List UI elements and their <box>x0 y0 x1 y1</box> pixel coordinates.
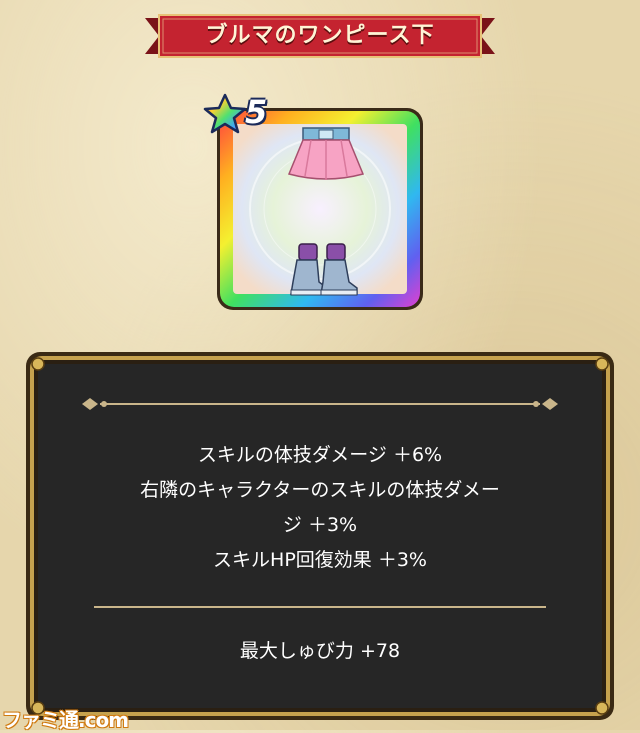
item-card[interactable] <box>215 106 425 312</box>
boots-icon <box>290 243 358 296</box>
title-banner: ブルマのワンピース下 <box>145 14 495 58</box>
skirt-icon <box>287 127 365 180</box>
effect-list: スキルの体技ダメージ ＋6% 右隣のキャラクターのスキルの体技ダメー ジ ＋3%… <box>60 438 580 578</box>
max-defense-stat: 最大しゅび力 +78 <box>239 640 401 662</box>
effect-line: ジ ＋3% <box>282 514 358 536</box>
effect-line: スキルHP回復効果 ＋3% <box>213 549 427 571</box>
star-rarity-value: 5 <box>245 93 268 131</box>
effect-line: 右隣のキャラクターのスキルの体技ダメー <box>140 479 500 501</box>
effect-line: スキルの体技ダメージ ＋6% <box>197 444 443 466</box>
item-title: ブルマのワンピース下 <box>205 23 435 48</box>
rainbow-star-icon <box>203 93 247 134</box>
site-watermark: ファミ通.com <box>2 708 129 732</box>
divider <box>94 606 546 608</box>
